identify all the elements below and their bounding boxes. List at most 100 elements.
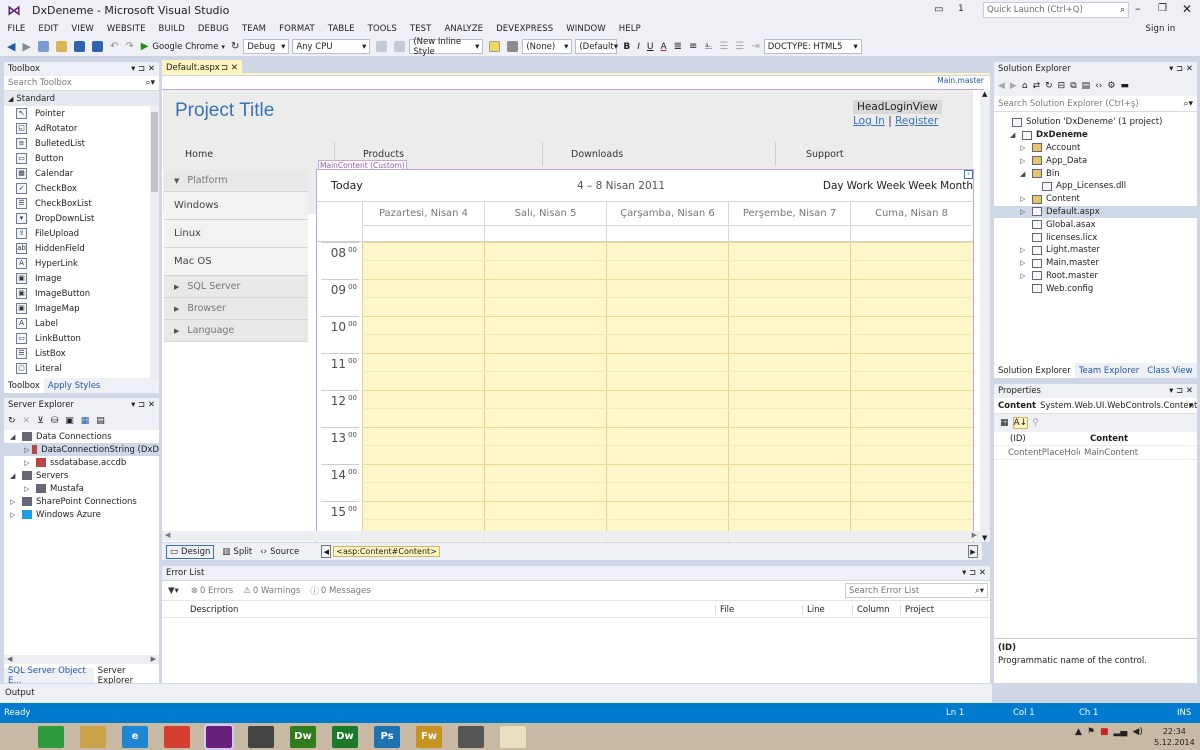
login-link[interactable]: Log In <box>853 115 885 127</box>
day-header[interactable]: Cuma, Nisan 8 <box>850 202 972 226</box>
solution-tree-item[interactable]: Global.asax <box>994 218 1197 231</box>
azure-icon[interactable]: ▦ <box>81 416 90 426</box>
sidebar-item-mac-os[interactable]: Mac OS <box>164 248 308 276</box>
taskbar-app-10[interactable]: Fw <box>416 725 442 748</box>
toolbox-item-imagemap[interactable]: ▣ ImageMap <box>4 301 159 316</box>
solution-tree-item[interactable]: ▷ Account <box>994 142 1197 155</box>
expand-arrow-icon[interactable]: ▷ <box>10 498 20 506</box>
server-tree-item[interactable]: ◢ Servers <box>4 469 159 482</box>
alphabetical-icon[interactable]: A↓ <box>1012 417 1029 429</box>
toolbox-group-standard[interactable]: ◢ Standard <box>4 91 159 106</box>
expand-arrow-icon[interactable]: ▷ <box>24 459 34 467</box>
toolbox-search[interactable]: Search Toolbox ⌕▾ <box>4 76 159 91</box>
connect-db-icon[interactable]: ⛁ <box>51 416 59 426</box>
solution-tree-item[interactable]: ▷ Root.master <box>994 270 1197 283</box>
panel-controls[interactable]: ▾ ⊐ ✕ <box>131 64 155 74</box>
back-icon[interactable]: ◀ <box>998 81 1005 91</box>
tab-apply-styles[interactable]: Apply Styles <box>44 378 104 393</box>
layout-icon[interactable] <box>373 39 390 55</box>
panel-controls[interactable]: ▾ ⊐ ✕ <box>1169 386 1193 396</box>
save-all-icon[interactable] <box>89 39 106 55</box>
back-icon[interactable]: ◀ <box>4 39 18 55</box>
menu-team[interactable]: TEAM <box>235 24 272 34</box>
menu-help[interactable]: HELP <box>612 24 647 34</box>
expand-arrow-icon[interactable]: ▷ <box>1020 144 1030 152</box>
taskbar-app-2[interactable] <box>80 725 106 748</box>
expand-arrow-icon[interactable]: ▷ <box>1020 272 1030 280</box>
toolbox-item-bulletedlist[interactable]: ≡ BulletedList <box>4 136 159 151</box>
menu-file[interactable]: FILE <box>1 24 32 34</box>
day-header[interactable]: Çarşamba, Nisan 6 <box>606 202 728 226</box>
tab-split[interactable]: ▥ Split <box>222 547 252 557</box>
taskbar-app-8[interactable]: Dw <box>332 725 358 748</box>
taskbar-app-11[interactable] <box>458 725 484 748</box>
day-header[interactable]: Pazartesi, Nisan 4 <box>362 202 484 226</box>
view-week[interactable]: Week <box>908 180 937 192</box>
warnings-filter[interactable]: ⚠ 0 Warnings <box>243 586 300 596</box>
toolbox-item-fileupload[interactable]: ⇪ FileUpload <box>4 226 159 241</box>
solution-tree-item[interactable]: ▷ App_Data <box>994 154 1197 167</box>
font-color-button[interactable]: A <box>657 39 669 55</box>
forward-icon[interactable]: ▶ <box>19 39 33 55</box>
toolbox-item-imagebutton[interactable]: ▣ ImageButton <box>4 286 159 301</box>
open-file-icon[interactable] <box>53 39 70 55</box>
style-select[interactable]: (New Inline Style ▾ <box>409 37 484 57</box>
toolbox-item-button[interactable]: ▭ Button <box>4 151 159 166</box>
new-project-icon[interactable] <box>35 39 52 55</box>
scheduler-today-button[interactable]: Today <box>331 179 363 192</box>
view-day[interactable]: Day <box>823 180 844 192</box>
sidebar-item-sql-server[interactable]: ▶ SQL Server <box>164 276 308 298</box>
sidebar-item-linux[interactable]: Linux <box>164 220 308 248</box>
css-icon[interactable] <box>504 39 521 55</box>
bullets-icon[interactable]: ☰ <box>716 39 731 55</box>
sidebar-item-platform[interactable]: ▼ Platform <box>164 170 308 192</box>
refresh-icon[interactable]: ↻ <box>1045 81 1053 91</box>
errors-filter[interactable]: ⊗ 0 Errors <box>191 586 233 596</box>
show-all-icon[interactable]: ⧉ <box>1070 81 1076 91</box>
connect-server-icon[interactable]: ▣ <box>65 416 74 426</box>
network-icon[interactable]: ▂▄ <box>1114 727 1128 737</box>
menu-devexpress[interactable]: DEVEXPRESS <box>490 24 560 34</box>
day-column[interactable] <box>484 242 606 542</box>
expand-arrow-icon[interactable]: ◢ <box>10 472 20 480</box>
menu-format[interactable]: FORMAT <box>273 24 322 34</box>
indent-icon[interactable]: ⇥ <box>748 39 762 55</box>
server-tree-item[interactable]: ◢ Data Connections <box>4 430 159 443</box>
tab-design[interactable]: ▭ Design <box>166 544 215 559</box>
toolbox-item-linkbutton[interactable]: ▭ LinkButton <box>4 331 159 346</box>
configuration-select[interactable]: Debug ▾ <box>243 39 290 54</box>
restore-button[interactable]: ❐ <box>1158 3 1167 14</box>
font-select[interactable]: (Default ▾ <box>575 39 618 54</box>
clock[interactable]: 22:34 5.12.2014 <box>1154 726 1195 748</box>
panel-controls[interactable]: ▾ ⊐ ✕ <box>1169 64 1193 74</box>
expand-arrow-icon[interactable]: ▷ <box>1020 246 1030 254</box>
taskbar-app-5[interactable] <box>204 723 234 750</box>
sidebar-item-language[interactable]: ▶ Language <box>164 320 308 342</box>
property-row-id[interactable]: (ID) Content <box>994 432 1197 446</box>
column-column[interactable]: Column <box>852 605 890 615</box>
solution-tree-item[interactable]: ▷ Main.master <box>994 257 1197 270</box>
taskbar-app-4[interactable] <box>164 725 190 748</box>
scroll-right-icon[interactable]: ▶ <box>151 655 156 664</box>
all-day-cell[interactable] <box>850 226 972 242</box>
property-pages-icon[interactable]: ⚲ <box>1032 418 1039 428</box>
refresh-icon[interactable]: ↻ <box>228 39 242 55</box>
forward-icon[interactable]: ▶ <box>1010 81 1017 91</box>
day-column[interactable] <box>606 242 728 542</box>
notification-flag-icon[interactable]: ▭ <box>934 4 943 15</box>
taskbar-app-12[interactable] <box>500 725 526 748</box>
toolbox-item-checkbox[interactable]: ✓ CheckBox <box>4 181 159 196</box>
doctype-select[interactable]: DOCTYPE: HTML5 ▾ <box>763 39 862 54</box>
dropdown-arrow-icon[interactable]: ▾ <box>221 43 225 51</box>
all-day-cell[interactable] <box>362 226 484 242</box>
panel-controls[interactable]: ▾ ⊐ ✕ <box>131 400 155 410</box>
menu-analyze[interactable]: ANALYZE <box>438 24 490 34</box>
toolbox-item-listbox[interactable]: ☰ ListBox <box>4 346 159 361</box>
register-link[interactable]: Register <box>895 115 938 127</box>
tab-toolbox[interactable]: Toolbox <box>4 378 44 393</box>
toolbox-item-hiddenfield[interactable]: ab HiddenField <box>4 241 159 256</box>
save-icon[interactable] <box>71 39 88 55</box>
nav-home[interactable]: Home <box>163 142 335 166</box>
quick-launch-input[interactable]: Quick Launch (Ctrl+Q) ⌕ <box>983 2 1129 18</box>
minimize-button[interactable]: – <box>1135 2 1141 15</box>
